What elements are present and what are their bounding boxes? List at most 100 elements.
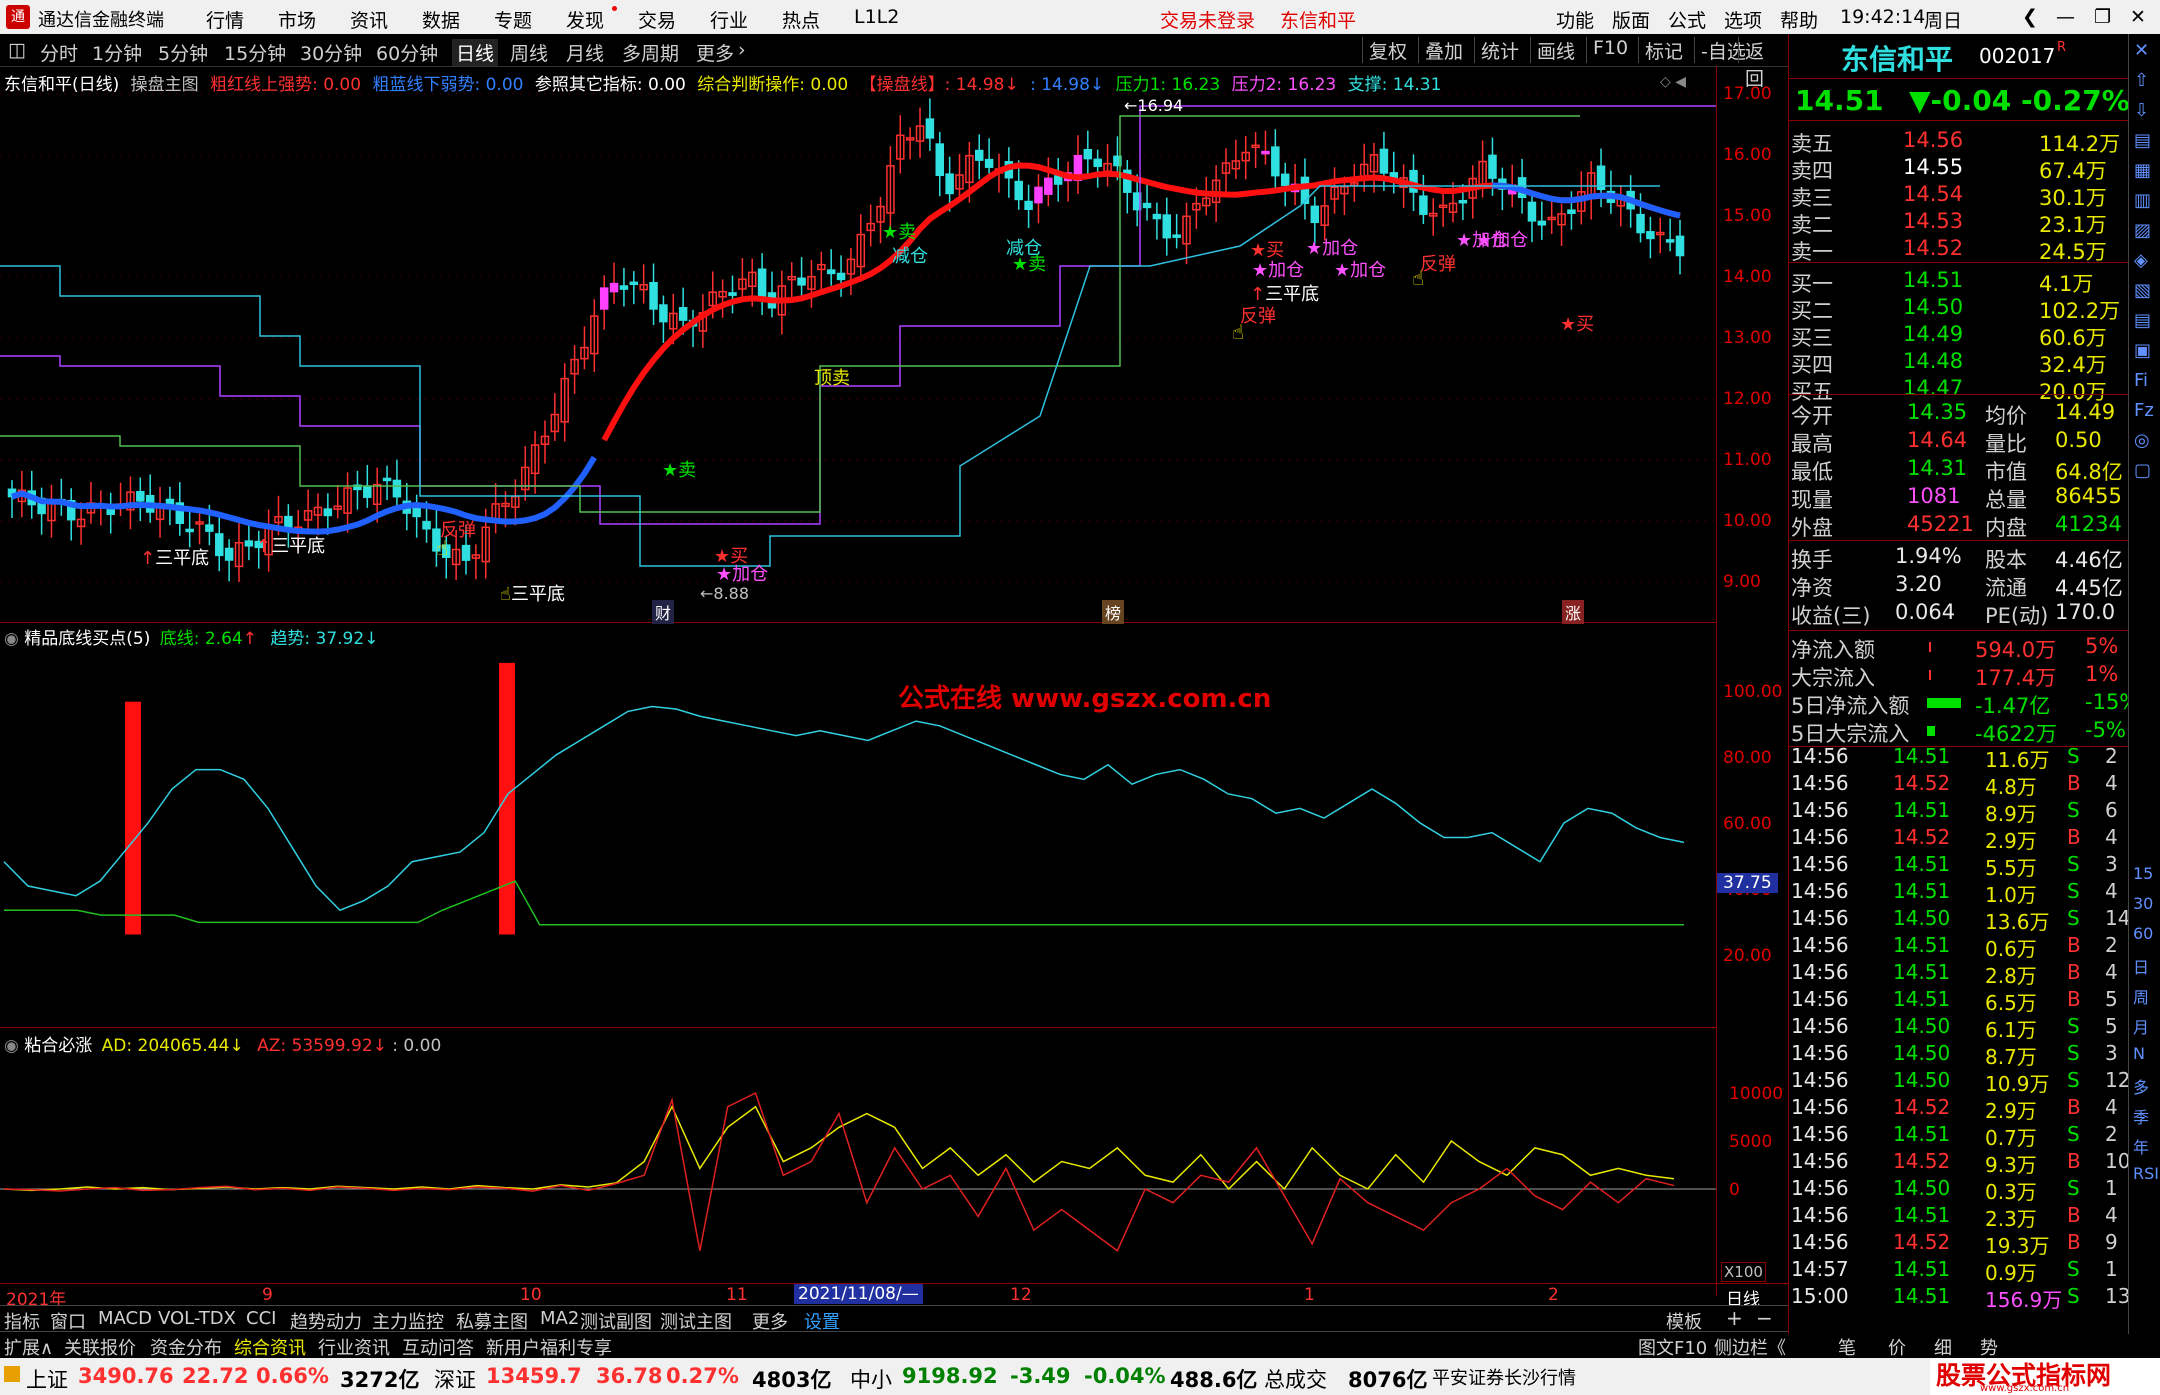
close-icon[interactable]: ✕ <box>2130 6 2146 28</box>
status-menu-icon[interactable] <box>4 1366 20 1382</box>
side-period-icon[interactable]: RSI <box>2133 1164 2159 1183</box>
extend-tab[interactable]: 关联报价 <box>64 1334 136 1360</box>
event-zhang-badge[interactable]: 涨 <box>1562 600 1585 624</box>
side-period-icon[interactable]: 日 <box>2133 954 2149 978</box>
side-tab[interactable]: 图文F10 <box>1638 1334 1707 1360</box>
menu-faxian[interactable]: 发现 <box>566 6 604 33</box>
period-5min[interactable]: 5分钟 <box>158 39 208 66</box>
side-tool-icon[interactable]: ▨ <box>2134 220 2151 241</box>
menu-zhuanti[interactable]: 专题 <box>494 6 532 33</box>
menu-jiaoyi[interactable]: 交易 <box>638 6 676 33</box>
event-bang-badge[interactable]: 榜 <box>1102 600 1125 624</box>
remove-tab-icon[interactable]: − <box>1756 1306 1773 1330</box>
side-tool-icon[interactable]: Fi <box>2134 370 2148 391</box>
period-60min[interactable]: 60分钟 <box>376 39 438 66</box>
tick-price: 14.51 <box>1893 987 1951 1011</box>
side-period-icon[interactable]: 年 <box>2133 1134 2149 1158</box>
side-period-icon[interactable]: 30 <box>2133 894 2153 913</box>
bid-label: 买四 <box>1791 353 1833 377</box>
period-30min[interactable]: 30分钟 <box>300 39 362 66</box>
sz-label[interactable]: 深证 <box>434 1364 476 1394</box>
zx-label[interactable]: 中小 <box>850 1364 892 1394</box>
menu-hangqing[interactable]: 行情 <box>206 6 244 33</box>
btn-fanhui[interactable]: 返回 <box>1738 37 1788 90</box>
back-arrow-icon[interactable]: ❮ <box>2022 6 2038 28</box>
price-axis-label: 16.00 <box>1723 145 1772 165</box>
side-tool-icon[interactable]: ▤ <box>2134 130 2151 151</box>
tick-time: 14:56 <box>1791 798 1849 822</box>
period-1min[interactable]: 1分钟 <box>92 39 142 66</box>
btn-tongji[interactable]: 统计 <box>1474 37 1525 63</box>
side-period-icon[interactable]: N <box>2133 1044 2145 1063</box>
menu-l1l2[interactable]: L1L2 <box>854 6 899 28</box>
menu-shuju[interactable]: 数据 <box>422 6 460 33</box>
period-monthly[interactable]: 月线 <box>566 39 604 66</box>
sh-label[interactable]: 上证 <box>26 1364 68 1394</box>
minimize-icon[interactable]: — <box>2056 6 2075 28</box>
side-tool-icon[interactable]: ▣ <box>2134 340 2151 361</box>
period-more[interactable]: 更多 <box>696 39 734 66</box>
side-tool-icon[interactable]: Fz <box>2134 400 2154 421</box>
stat-label: 今开 <box>1791 404 1833 428</box>
indicator-tab[interactable]: VOL-TDX <box>158 1308 236 1329</box>
side-period-icon[interactable]: 60 <box>2133 924 2153 943</box>
side-tool-icon[interactable]: ◎ <box>2134 430 2150 451</box>
add-tab-icon[interactable]: + <box>1726 1306 1743 1330</box>
extend-tab[interactable]: 行业资讯 <box>318 1334 390 1360</box>
btn-huaxian[interactable]: 画线 <box>1530 37 1581 63</box>
side-tool-icon[interactable]: ▤ <box>2134 310 2151 331</box>
side-tool-icon[interactable]: ▧ <box>2134 280 2151 301</box>
btn-fuquan[interactable]: 复权 <box>1362 37 1413 63</box>
indicator-tab[interactable]: MA2 <box>540 1308 579 1329</box>
btn-diejia[interactable]: 叠加 <box>1418 37 1469 63</box>
menu-hangye[interactable]: 行业 <box>710 6 748 33</box>
btn-biaoji[interactable]: 标记 <box>1638 37 1689 63</box>
indicator-tab[interactable]: MACD <box>98 1308 152 1329</box>
side-tool-icon[interactable]: ▢ <box>2134 460 2151 481</box>
extend-tab[interactable]: 新用户福利专享 <box>486 1334 612 1360</box>
restore-icon[interactable]: ❐ <box>2094 6 2111 28</box>
side-tab[interactable]: 价 <box>1888 1334 1906 1360</box>
menu-gongshi[interactable]: 公式 <box>1668 6 1706 33</box>
side-period-icon[interactable]: 周 <box>2133 984 2149 1008</box>
period-multi[interactable]: 多周期 <box>622 39 679 66</box>
event-cai-badge[interactable]: 财 <box>652 600 675 624</box>
menu-shichang[interactable]: 市场 <box>278 6 316 33</box>
menu-zixun[interactable]: 资讯 <box>350 6 388 33</box>
extend-tab[interactable]: 资金分布 <box>150 1334 222 1360</box>
side-tab[interactable]: 侧边栏《 <box>1714 1334 1786 1360</box>
side-period-icon[interactable]: 季 <box>2133 1104 2149 1128</box>
side-period-icon[interactable]: 多 <box>2133 1074 2149 1098</box>
menu-redian[interactable]: 热点 <box>782 6 820 33</box>
period-15min[interactable]: 15分钟 <box>224 39 286 66</box>
menu-gongneng[interactable]: 功能 <box>1556 6 1594 33</box>
extend-tab[interactable]: 扩展∧ <box>4 1334 53 1360</box>
trade-login-status[interactable]: 交易未登录 <box>1160 6 1255 33</box>
chevron-right-icon[interactable]: › <box>738 39 746 61</box>
extend-tab[interactable]: 综合资讯 <box>234 1334 306 1360</box>
menu-xuanxiang[interactable]: 选项 <box>1724 6 1762 33</box>
menu-bangzhu[interactable]: 帮助 <box>1780 6 1818 33</box>
extend-tab[interactable]: 互动问答 <box>402 1334 474 1360</box>
main-kline-chart[interactable]: 东信和平(日线) 操盘主图 粗红线上强势: 0.00 粗蓝线下弱势: 0.00 … <box>0 66 1716 624</box>
tick-side: S <box>2067 852 2080 876</box>
side-tool-icon[interactable]: ▥ <box>2134 190 2151 211</box>
period-daily[interactable]: 日线 <box>452 39 499 66</box>
side-tool-icon[interactable]: ▦ <box>2134 160 2151 181</box>
side-tool-icon[interactable]: ⇧ <box>2134 70 2149 91</box>
btn-f10[interactable]: F10 <box>1586 37 1634 63</box>
side-tool-icon[interactable]: ✕ <box>2134 40 2149 61</box>
menu-toggle-icon[interactable]: ◫ <box>8 39 26 61</box>
period-fenshi[interactable]: 分时 <box>40 39 78 66</box>
side-tool-icon[interactable]: ◈ <box>2134 250 2148 271</box>
menu-banmian[interactable]: 版面 <box>1612 6 1650 33</box>
side-period-icon[interactable]: 月 <box>2133 1014 2149 1038</box>
sub-chart-bottom-line[interactable]: ◉ 精品底线买点(5) 底线: 2.64↑ 趋势: 37.92↓ 公式在线 ww… <box>0 622 1716 1028</box>
stat-label: 总量 <box>1985 488 2027 512</box>
period-weekly[interactable]: 周线 <box>510 39 548 66</box>
indicator-tab[interactable]: CCI <box>246 1308 276 1329</box>
side-period-icon[interactable]: 15 <box>2133 864 2153 883</box>
side-tab[interactable]: 笔 <box>1838 1334 1856 1360</box>
side-tool-icon[interactable]: ⇩ <box>2134 100 2149 121</box>
sub-chart-zhanhe[interactable]: ◉ 粘合必涨 AD: 204065.44↓ AZ: 53599.92↓ : 0.… <box>0 1027 1716 1283</box>
